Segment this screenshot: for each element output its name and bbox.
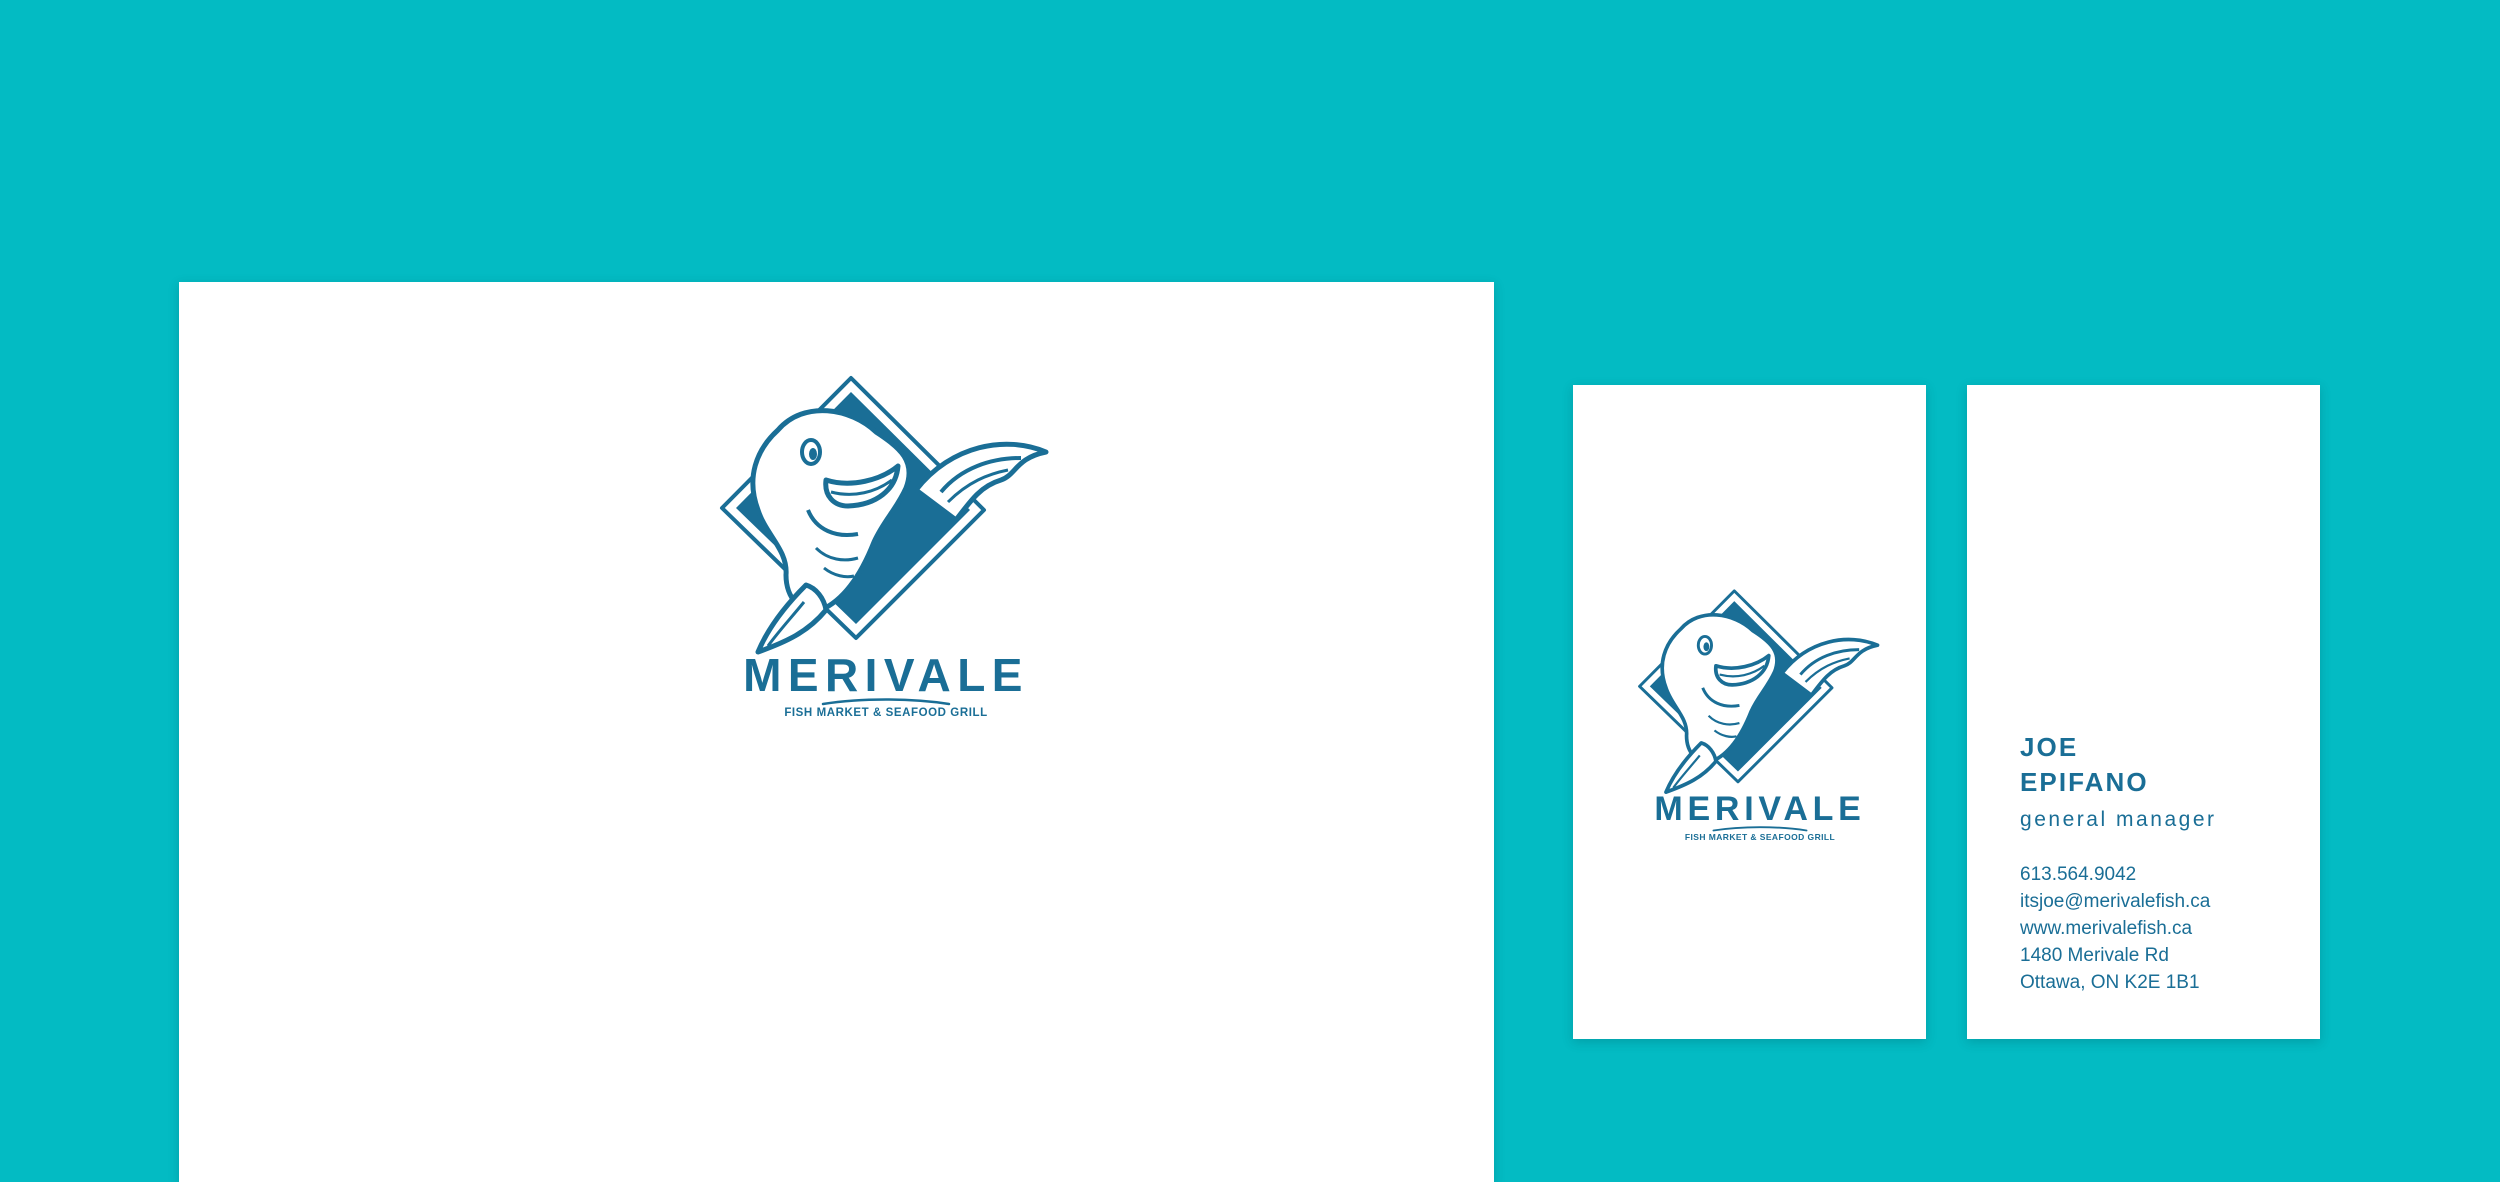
website-url: www.merivalefish.ca	[2020, 918, 2193, 939]
fish-mascot-diamond-icon	[1635, 585, 1885, 798]
brand-tagline: FISH MARKET & SEAFOOD GRILL	[784, 707, 988, 719]
address-city: Ottawa, ON K2E 1B1	[2020, 972, 2200, 993]
contact-title: general manager	[2020, 808, 2217, 831]
contact-details: 613.564.9042 itsjoe@merivalefish.ca www.…	[2020, 861, 2210, 996]
letterhead-logo: MERIVALE FISH MARKET & SEAFOOD GRILL	[711, 370, 1061, 720]
brand-name: MERIVALE	[1654, 790, 1866, 828]
letterhead-sheet: MERIVALE FISH MARKET & SEAFOOD GRILL	[179, 282, 1494, 1182]
fish-mascot-diamond-icon	[716, 370, 1056, 660]
business-card-front: MERIVALE FISH MARKET & SEAFOOD GRILL	[1573, 385, 1926, 1039]
card-logo: MERIVALE FISH MARKET & SEAFOOD GRILL	[1635, 585, 1885, 842]
name-first: JOE	[2020, 732, 2079, 762]
phone-number: 613.564.9042	[2020, 864, 2137, 885]
contact-name: JOE EPIFANO	[2020, 730, 2149, 801]
name-last: EPIFANO	[2020, 767, 2149, 798]
address-street: 1480 Merivale Rd	[2020, 945, 2169, 966]
brand-tagline: FISH MARKET & SEAFOOD GRILL	[1684, 832, 1836, 842]
email-address: itsjoe@merivalefish.ca	[2020, 891, 2211, 912]
business-card-back: JOE EPIFANO general manager 613.564.9042…	[1967, 385, 2320, 1039]
brand-name: MERIVALE	[743, 649, 1029, 701]
